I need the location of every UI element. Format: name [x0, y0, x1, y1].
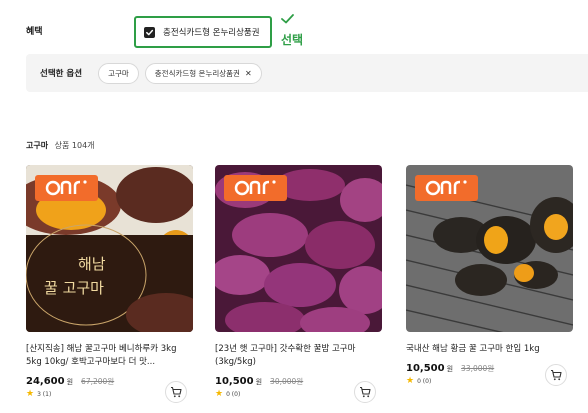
onnuri-badge-icon [35, 175, 98, 201]
star-icon: ★ [406, 376, 415, 386]
benefit-label: 혜택 [26, 27, 43, 37]
image-text-2: 꿀 고구마 [44, 279, 104, 297]
selected-chip-giftcard[interactable]: 충전식카드형 온누리상품권 ✕ [144, 62, 262, 84]
selected-options-label: 선택한 옵션 [40, 69, 83, 79]
cart-icon [360, 386, 371, 398]
rating-value: 3 (1) [37, 391, 52, 398]
selected-options-bar: 선택한 옵션 고구마 충전식카드형 온누리상품권 ✕ [26, 54, 588, 92]
add-to-cart-button[interactable] [165, 381, 187, 403]
selection-annotation: 선택 [279, 12, 319, 52]
product-card[interactable]: [23년 햇 고구마] 갓수확한 꿀밤 고구마 (3kg/5kg) 10,500… [215, 165, 382, 403]
onnuri-badge-icon [224, 175, 287, 201]
currency-label: 원 [66, 378, 74, 386]
category-name: 고구마 [26, 141, 49, 150]
product-title[interactable]: [23년 햇 고구마] 갓수확한 꿀밤 고구마 (3kg/5kg) [215, 343, 382, 369]
product-image[interactable] [406, 165, 573, 332]
product-price: 10,500 [215, 376, 254, 387]
product-price: 10,500 [406, 363, 445, 374]
product-title[interactable]: 국내산 해남 황금 꿀 고구마 한입 1kg [406, 343, 573, 356]
product-image[interactable] [215, 165, 382, 332]
checkbox-checked-icon[interactable] [144, 26, 155, 38]
image-text-1: 해남 [78, 255, 106, 273]
original-price: 33,000원 [461, 364, 495, 373]
product-price: 24,600 [26, 376, 65, 387]
chip-label: 고구마 [108, 68, 129, 78]
add-to-cart-button[interactable] [545, 364, 567, 386]
star-icon: ★ [26, 389, 35, 399]
onnuri-badge-icon [415, 175, 478, 201]
remove-chip-icon[interactable]: ✕ [245, 69, 252, 78]
cart-icon [171, 386, 182, 398]
onnuri-giftcard-checkbox[interactable]: 충전식카드형 온누리상품권 [134, 16, 272, 48]
currency-label: 원 [446, 365, 454, 373]
product-count: 상품 104개 [54, 141, 95, 150]
category-summary: 고구마 상품 104개 [26, 140, 95, 151]
annotation-text: 선택 [281, 33, 304, 47]
star-icon: ★ [215, 389, 224, 399]
product-image[interactable]: 해남 꿀 고구마 [26, 165, 193, 332]
benefit-filter-row: 혜택 충전식카드형 온누리상품권 선택 [0, 0, 588, 62]
rating-value: 0 (0) [226, 391, 241, 398]
checkbox-label: 충전식카드형 온누리상품권 [163, 28, 260, 38]
product-card[interactable]: 국내산 해남 황금 꿀 고구마 한입 1kg 10,500 원 33,000원 … [406, 165, 573, 386]
product-title[interactable]: [산지직송] 해남 꿀고구마 베니하루카 3kg 5kg 10kg/ 호박고구마… [26, 343, 193, 369]
add-to-cart-button[interactable] [354, 381, 376, 403]
currency-label: 원 [255, 378, 263, 386]
original-price: 30,000원 [270, 377, 304, 386]
original-price: 67,200원 [81, 377, 115, 386]
selected-chip-sweet-potato[interactable]: 고구마 [98, 62, 139, 84]
check-mark-icon [281, 14, 294, 24]
product-card[interactable]: 해남 꿀 고구마 [산지직송] 해남 꿀고구마 베니하루카 3kg 5kg 10… [26, 165, 193, 403]
cart-icon [551, 369, 562, 381]
rating-value: 0 (0) [417, 378, 432, 385]
chip-label: 충전식카드형 온누리상품권 [154, 68, 240, 78]
